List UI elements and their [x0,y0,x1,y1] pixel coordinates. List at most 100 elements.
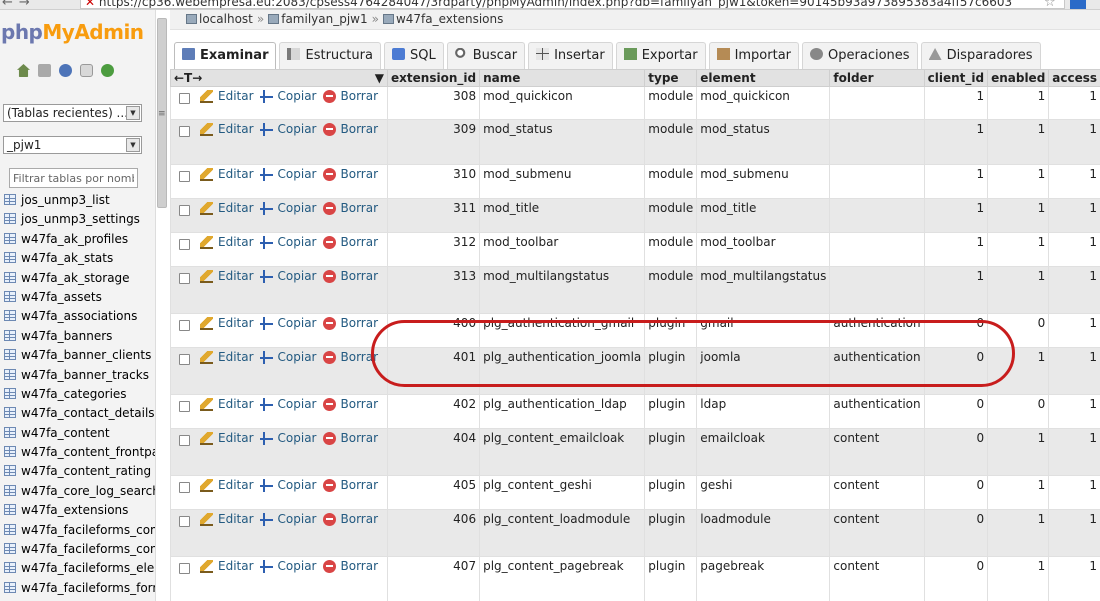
table-name[interactable]: w47fa_facileforms_forms [21,581,155,595]
tab-browse[interactable]: Examinar [174,42,277,69]
cell-type[interactable]: module [644,266,698,314]
table-list-item[interactable]: w47fa_banners [4,327,155,346]
table-name[interactable]: w47fa_ak_storage [21,271,130,285]
delete-row-button[interactable]: Borrar [322,269,378,283]
address-bar[interactable]: ✕ https://cp36.webempresa.eu:2083/cpsess… [80,0,1065,9]
copy-row-button[interactable]: Copiar [259,89,317,103]
row-checkbox[interactable] [179,481,190,493]
cell-type[interactable]: plugin [644,347,698,395]
row-checkbox[interactable] [179,238,190,250]
cell-folder[interactable]: content [829,556,925,601]
header-type[interactable]: type [644,69,698,87]
cell-name[interactable]: mod_title [479,198,646,233]
table-icon[interactable] [4,252,16,264]
cell-extension-id[interactable]: 402 [387,394,481,429]
cell-element[interactable]: mod_submenu [696,164,831,199]
tab-structure[interactable]: Estructura [279,42,381,69]
cell-enabled[interactable]: 1 [987,232,1050,267]
cell-access[interactable]: 1 [1048,266,1100,314]
cell-type[interactable]: module [644,119,698,165]
cell-element[interactable]: mod_status [696,119,831,165]
table-icon[interactable] [4,387,16,399]
delete-row-button[interactable]: Borrar [322,397,378,411]
cell-client-id[interactable]: 1 [923,198,989,233]
edit-row-button[interactable]: Editar [200,397,254,411]
dropdown-arrow-icon[interactable]: ▼ [126,138,140,152]
cell-enabled[interactable]: 0 [987,394,1050,429]
recent-tables-select[interactable]: (Tablas recientes) ... ▼ [3,104,142,122]
row-checkbox[interactable] [179,515,190,527]
cell-extension-id[interactable]: 308 [387,86,481,120]
cell-type[interactable]: plugin [644,475,698,510]
table-icon[interactable] [4,349,16,361]
cell-folder[interactable]: authentication [829,394,925,429]
cell-name[interactable]: plg_content_emailcloak [479,428,646,476]
header-enabled[interactable]: enabled [987,69,1050,87]
help-icon[interactable] [59,64,72,77]
table-name[interactable]: w47fa_content_frontpage [21,445,155,459]
cell-extension-id[interactable]: 309 [387,119,481,165]
copy-row-button[interactable]: Copiar [259,316,317,330]
cell-folder[interactable] [829,164,925,199]
cell-extension-id[interactable]: 310 [387,164,481,199]
cell-client-id[interactable]: 1 [923,164,989,199]
cell-access[interactable]: 1 [1048,198,1100,233]
table-list-item[interactable]: w47fa_categories [4,385,155,404]
delete-row-button[interactable]: Borrar [322,201,378,215]
table-list-item[interactable]: w47fa_extensions [4,501,155,520]
cell-access[interactable]: 1 [1048,164,1100,199]
cell-enabled[interactable]: 1 [987,119,1050,165]
tab-export[interactable]: Exportar [615,42,706,69]
cell-type[interactable]: plugin [644,313,698,348]
cell-enabled[interactable]: 1 [987,556,1050,601]
cell-extension-id[interactable]: 407 [387,556,481,601]
tab-operations[interactable]: Operaciones [802,42,918,69]
cell-access[interactable]: 1 [1048,232,1100,267]
table-icon[interactable] [4,271,16,283]
row-checkbox[interactable] [179,92,190,104]
cell-extension-id[interactable]: 406 [387,509,481,557]
cell-client-id[interactable]: 0 [923,394,989,429]
table-list-item[interactable]: w47fa_content_rating [4,462,155,481]
edit-row-button[interactable]: Editar [200,316,254,330]
cell-name[interactable]: mod_toolbar [479,232,646,267]
delete-row-button[interactable]: Borrar [322,431,378,445]
row-checkbox[interactable] [179,204,190,216]
table-list-item[interactable]: w47fa_ak_profiles [4,230,155,249]
cell-name[interactable]: plg_authentication_joomla [479,347,646,395]
copy-row-button[interactable]: Copiar [259,350,317,364]
cell-element[interactable]: mod_multilangstatus [696,266,831,314]
cell-type[interactable]: module [644,164,698,199]
cell-folder[interactable]: content [829,509,925,557]
copy-row-button[interactable]: Copiar [259,478,317,492]
back-forward-icons[interactable]: ←→ [2,0,36,9]
column-toggle-header[interactable]: ←T→ ▼ [170,69,389,87]
cell-type[interactable]: plugin [644,556,698,601]
cell-element[interactable]: loadmodule [696,509,831,557]
table-name[interactable]: w47fa_contact_details [21,406,155,420]
row-checkbox[interactable] [179,353,190,365]
row-checkbox[interactable] [179,434,190,446]
table-icon[interactable] [4,446,16,458]
cell-name[interactable]: mod_quickicon [479,86,646,120]
cell-access[interactable]: 1 [1048,86,1100,120]
cell-enabled[interactable]: 1 [987,475,1050,510]
cell-client-id[interactable]: 0 [923,313,989,348]
table-list-item[interactable]: w47fa_associations [4,307,155,326]
cell-extension-id[interactable]: 404 [387,428,481,476]
edit-row-button[interactable]: Editar [200,350,254,364]
table-icon[interactable] [4,368,16,380]
delete-row-button[interactable]: Borrar [322,122,378,136]
table-icon[interactable] [4,213,16,225]
table-list-item[interactable]: w47fa_facileforms_forms [4,579,155,598]
table-icon[interactable] [4,290,16,302]
edit-row-button[interactable]: Editar [200,431,254,445]
delete-row-button[interactable]: Borrar [322,512,378,526]
table-name[interactable]: w47fa_content [21,426,110,440]
cell-enabled[interactable]: 0 [987,313,1050,348]
cell-element[interactable]: mod_toolbar [696,232,831,267]
table-list-item[interactable]: w47fa_assets [4,288,155,307]
edit-row-button[interactable]: Editar [200,235,254,249]
cell-folder[interactable]: authentication [829,313,925,348]
row-checkbox[interactable] [179,272,190,284]
